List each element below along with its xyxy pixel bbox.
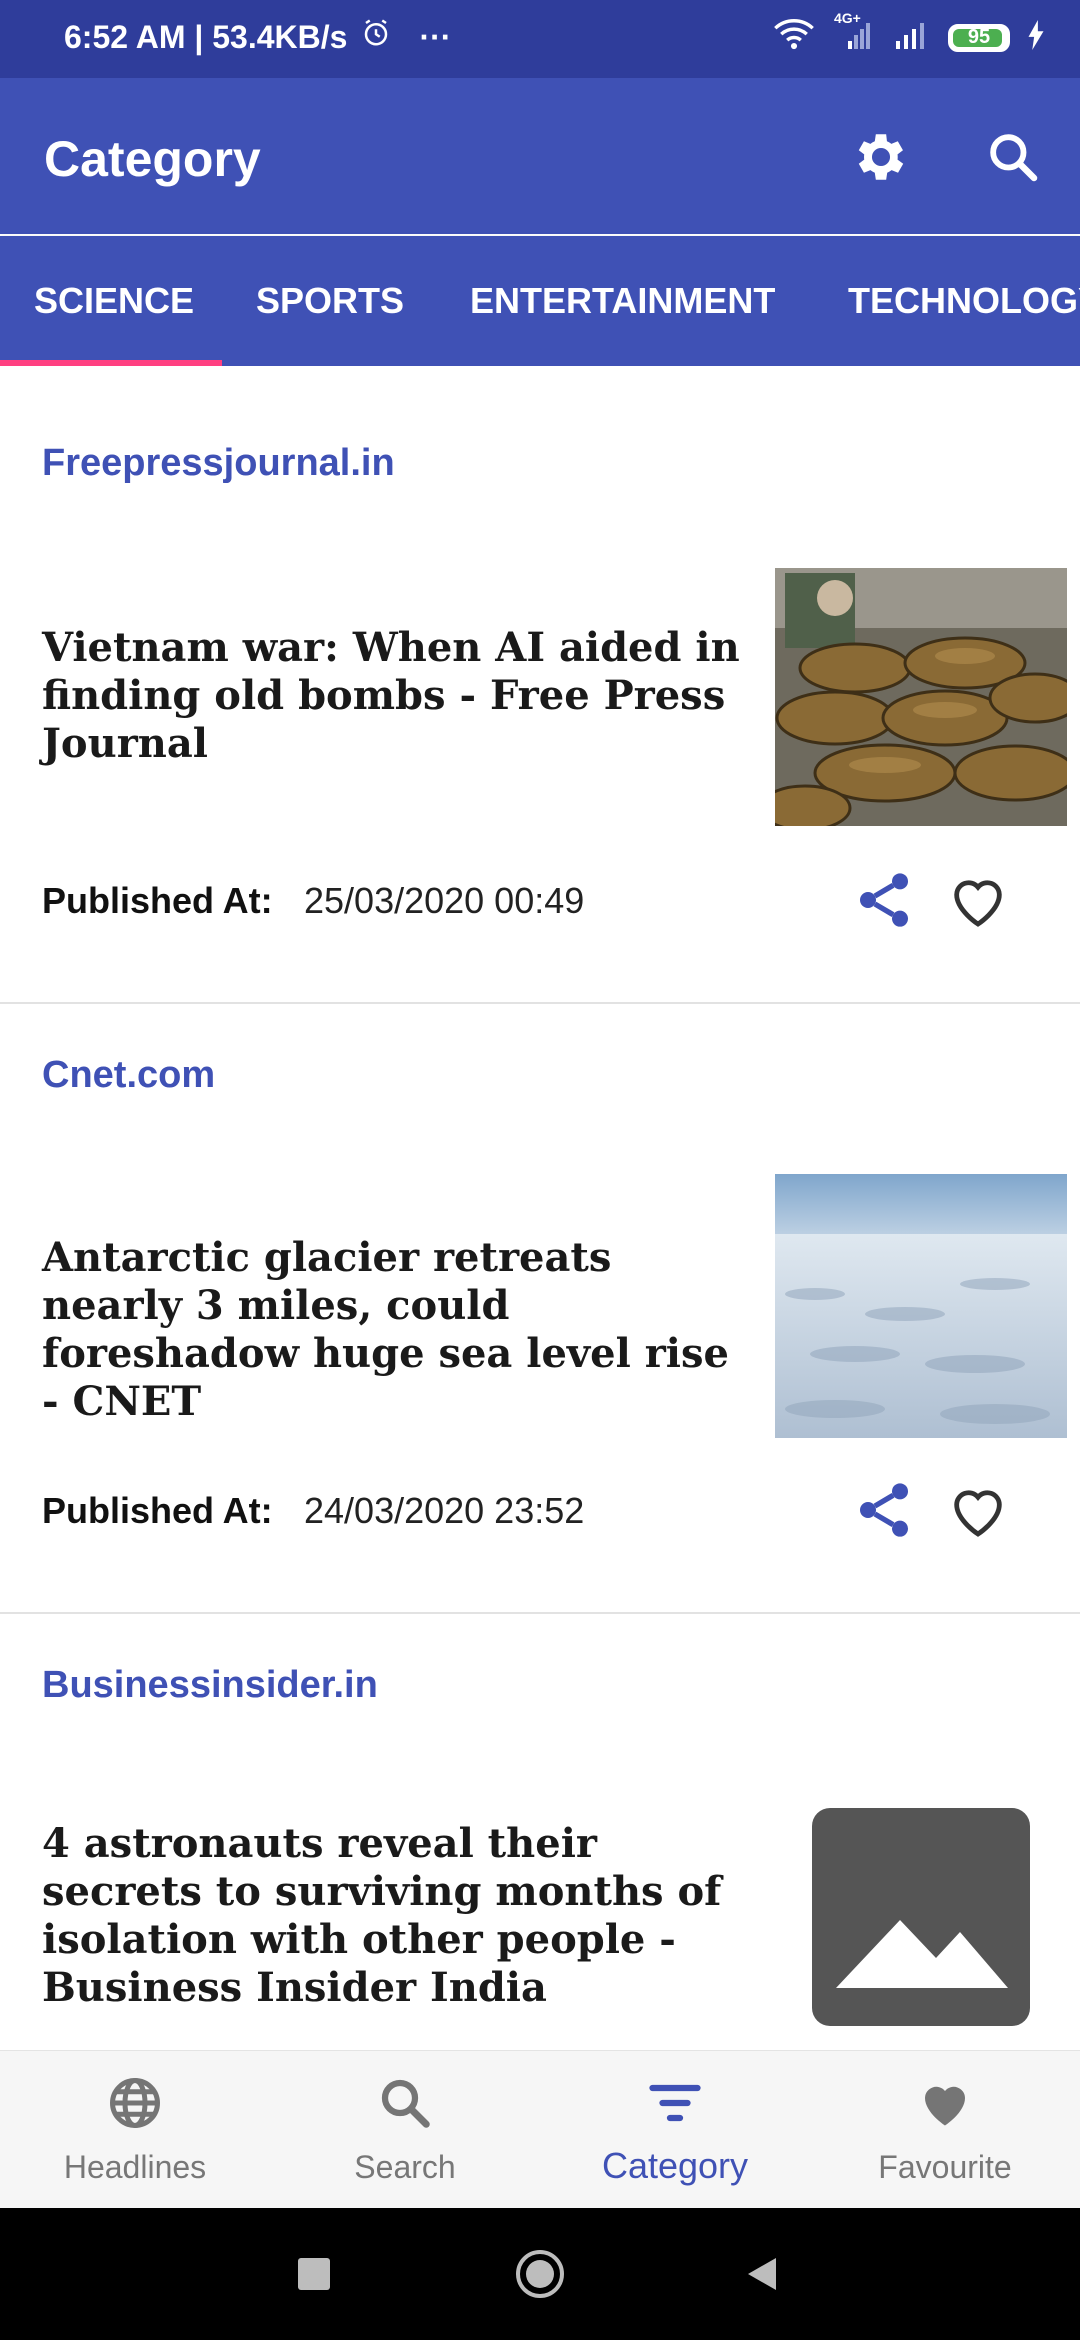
charging-icon [1026,20,1046,55]
bottom-navigation: Headlines Search Category Favourite [0,2050,1080,2209]
filter-icon [649,2084,701,2122]
nav-label: Category [601,2145,749,2186]
nav-search[interactable]: Search [270,2051,540,2209]
share-icon [860,1483,908,1537]
status-time-speed: 6:52 AM | 53.4KB/s [64,18,348,55]
image-placeholder [812,1808,1030,2026]
home-circle-icon [516,2250,564,2298]
published-label: Published At: [42,880,273,921]
tab-technology[interactable]: TECHNOLOGY [848,280,1080,322]
status-right: 4G+ 95 [772,10,1046,57]
article-card[interactable]: Freepressjournal.in Vietnam war: When AI… [0,366,1080,1002]
signal-icon-1: 4G+ [832,10,876,55]
signal-icon-2 [892,20,932,55]
back-button[interactable] [742,2254,782,2294]
search-button[interactable] [978,122,1048,192]
status-left: 6:52 AM | 53.4KB/s ··· [64,18,451,56]
published-label: Published At: [42,1490,273,1531]
favourite-button[interactable] [946,1478,1010,1542]
heart-outline-icon [954,1490,1002,1537]
article-source: Cnet.com [42,1054,216,1096]
category-tabs: SCIENCE SPORTS ENTERTAINMENT TECHNOLOGY [0,236,1080,366]
share-icon [860,873,908,927]
network-type: 4G+ [834,10,861,26]
published-date: 25/03/2020 00:49 [304,880,585,921]
share-button[interactable] [852,1478,916,1542]
system-navigation-bar [0,2208,1080,2340]
settings-button[interactable] [846,122,916,192]
battery-level: 95 [967,25,991,48]
heart-icon [925,2086,965,2126]
recents-button[interactable] [298,2258,330,2290]
tab-sports[interactable]: SPORTS [256,280,404,322]
more-notifications: ··· [419,18,452,55]
nav-label: Favourite [878,2149,1012,2185]
published-date: 24/03/2020 23:52 [304,1490,585,1531]
image-icon [836,1920,1008,1988]
search-icon [381,2079,430,2128]
heart-outline-icon [954,880,1002,927]
back-triangle-icon [748,2258,776,2290]
share-button[interactable] [852,868,916,932]
article-title[interactable]: Antarctic glacier retreats nearly 3 mile… [42,1234,742,1426]
tab-entertainment[interactable]: ENTERTAINMENT [470,280,775,322]
nav-label: Search [354,2149,456,2185]
app-bar: Category [0,78,1080,234]
article-image [775,1174,1067,1438]
article-source: Freepressjournal.in [42,442,395,484]
alarm-icon [361,18,391,56]
page-title: Category [44,131,261,187]
nav-headlines[interactable]: Headlines [0,2051,270,2209]
battery-icon: 95 [948,23,1010,52]
article-card[interactable]: Cnet.com Antarctic glacier retreats near… [0,1004,1080,1612]
home-button[interactable] [514,2248,566,2300]
article-image [775,568,1067,826]
globe-icon [110,2078,160,2128]
favourite-button[interactable] [946,868,1010,932]
nav-favourite[interactable]: Favourite [810,2051,1080,2209]
article-title[interactable]: 4 astronauts reveal their secrets to sur… [42,1820,742,2012]
gear-icon [858,134,904,180]
nav-label: Headlines [63,2149,207,2185]
tab-science[interactable]: SCIENCE [34,280,194,322]
search-icon [990,134,1038,182]
wifi-icon [772,18,816,57]
article-card[interactable]: Businessinsider.in 4 astronauts reveal t… [0,1614,1080,2050]
article-title[interactable]: Vietnam war: When AI aided in finding ol… [42,624,742,768]
status-bar: 6:52 AM | 53.4KB/s ··· 4G+ 95 [0,0,1080,78]
article-source: Businessinsider.in [42,1664,378,1706]
nav-category[interactable]: Category [540,2051,810,2209]
